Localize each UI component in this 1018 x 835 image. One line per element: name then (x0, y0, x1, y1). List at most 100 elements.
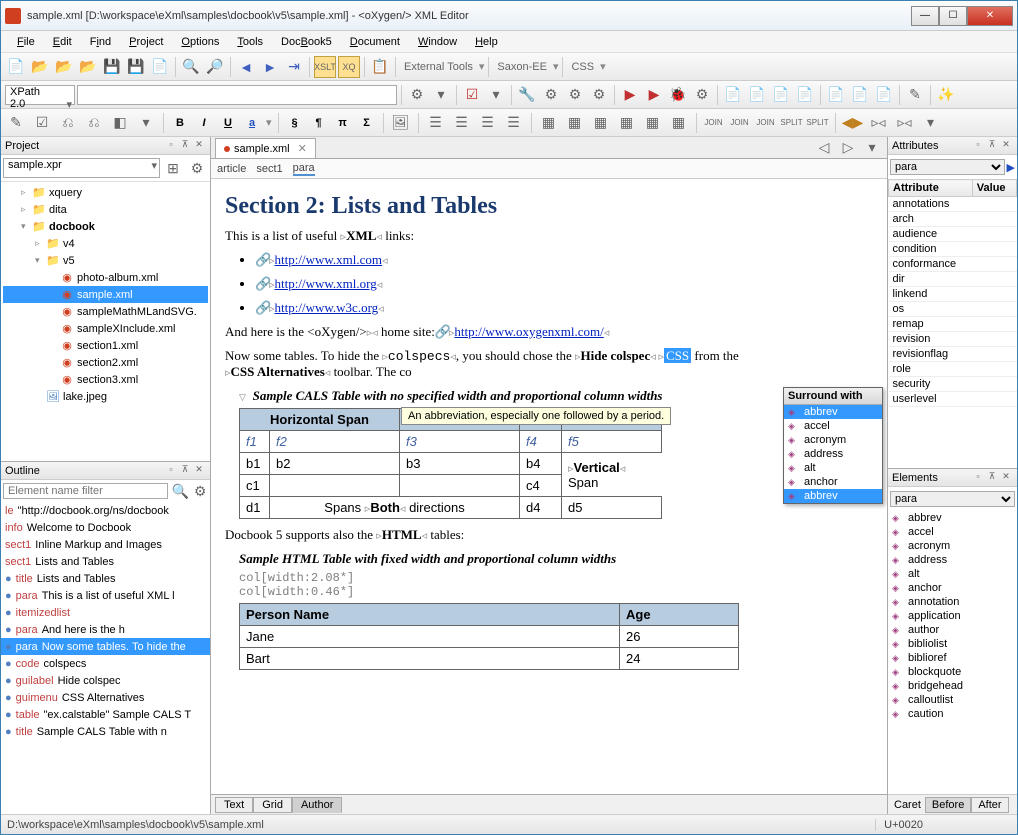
tab-menu-icon[interactable]: ▾ (861, 137, 883, 158)
outline-close-icon[interactable]: ✕ (192, 464, 206, 478)
attr-row[interactable]: dir (889, 272, 1017, 287)
elem-item[interactable]: ◈bridgehead (888, 679, 1017, 693)
tree-row[interactable]: 🖼lake.jpeg (3, 388, 208, 405)
elem-item[interactable]: ◈biblioref (888, 651, 1017, 665)
attrs-pin-icon[interactable]: ⊼ (985, 139, 999, 153)
popup-item[interactable]: ◈abbrev (784, 489, 882, 503)
elem-item[interactable]: ◈alt (888, 567, 1017, 581)
elem-item[interactable]: ◈bibliolist (888, 637, 1017, 651)
attr-row[interactable]: linkend (889, 287, 1017, 302)
attr-row[interactable]: revision (889, 332, 1017, 347)
tree-row[interactable]: ▹📁xquery (3, 184, 208, 201)
outline-filter[interactable] (3, 483, 168, 499)
bc-sect1[interactable]: sect1 (256, 163, 282, 175)
elems-close-icon[interactable]: ✕ (999, 471, 1013, 485)
wand-icon[interactable]: ✨ (935, 84, 957, 106)
tb-b7[interactable]: 📄 (873, 84, 895, 106)
attr-row[interactable]: audience (889, 227, 1017, 242)
fwd-icon[interactable]: ► (259, 56, 281, 78)
tree-row[interactable]: ◉section2.xml (3, 354, 208, 371)
attr-row[interactable]: security (889, 377, 1017, 392)
edit-icon[interactable]: ✎ (904, 84, 926, 106)
tags1-icon[interactable]: ◀▶ (842, 112, 864, 134)
outline-row[interactable]: sect1Inline Markup and Images (1, 536, 210, 553)
para-button[interactable]: ¶ (309, 113, 329, 133)
open2-icon[interactable]: 📂 (53, 56, 75, 78)
menu-help[interactable]: Help (467, 34, 506, 50)
outline-row[interactable]: ●titleSample CALS Table with n (1, 723, 210, 740)
tb-a5[interactable]: ⚙ (564, 84, 586, 106)
popup-item[interactable]: ◈accel (784, 419, 882, 433)
proj-btn1[interactable]: ⊞ (162, 157, 184, 179)
menu-document[interactable]: Document (342, 34, 408, 50)
proj-btn2[interactable]: ⚙ (186, 157, 208, 179)
check-icon[interactable]: ☑ (461, 84, 483, 106)
bc-para[interactable]: para (293, 162, 315, 176)
external-tools-label[interactable]: External Tools (400, 61, 477, 73)
outline-row[interactable]: ●paraAnd here is the h (1, 621, 210, 638)
debug-icon[interactable]: 🐞 (667, 84, 689, 106)
popup-item[interactable]: ◈abbrev (784, 405, 882, 419)
t3-3[interactable]: ⎌ (57, 112, 79, 134)
sigma-button[interactable]: Σ (357, 113, 377, 133)
outline-row[interactable]: ●titleLists and Tables (1, 570, 210, 587)
outline-row[interactable]: ●itemizedlist (1, 604, 210, 621)
italic-button[interactable]: I (194, 113, 214, 133)
outline-row[interactable]: sect1Lists and Tables (1, 553, 210, 570)
bold-button[interactable]: B (170, 113, 190, 133)
menu-window[interactable]: Window (410, 34, 465, 50)
link-xml-com[interactable]: http://www.xml.com (275, 252, 383, 267)
t3-2[interactable]: ☑ (31, 112, 53, 134)
caret-after[interactable]: After (971, 797, 1008, 813)
popup-item[interactable]: ◈alt (784, 461, 882, 475)
outline-search-icon[interactable]: 🔍 (170, 480, 190, 502)
tree-row[interactable]: ▾📁docbook (3, 218, 208, 235)
elem-item[interactable]: ◈author (888, 623, 1017, 637)
tb-b4[interactable]: 📄 (794, 84, 816, 106)
menu-edit[interactable]: Edit (45, 34, 80, 50)
menu-file[interactable]: File (9, 34, 43, 50)
link-xml-org[interactable]: http://www.xml.org (275, 276, 377, 291)
new-icon[interactable]: 📄 (5, 56, 27, 78)
xslt-icon[interactable]: XSLT (314, 56, 336, 78)
attrs-go-icon[interactable]: ▶ (1007, 161, 1015, 174)
tree-row[interactable]: ◉sampleMathMLandSVG. (3, 303, 208, 320)
table4-icon[interactable]: ▦ (616, 112, 638, 134)
outline-row[interactable]: ●table"ex.calstable" Sample CALS T (1, 706, 210, 723)
view-text[interactable]: Text (215, 797, 253, 813)
elems-restore-icon[interactable]: ▫ (971, 471, 985, 485)
tags2-icon[interactable]: ▹◃ (868, 112, 890, 134)
outline-row[interactable]: ●paraThis is a list of useful XML l (1, 587, 210, 604)
tab-next-icon[interactable]: ▷ (837, 137, 859, 158)
split1-icon[interactable]: SPLIT (781, 112, 803, 134)
menu-docbook5[interactable]: DocBook5 (273, 34, 340, 50)
find-icon[interactable]: 🔎 (204, 56, 226, 78)
popup-item[interactable]: ◈acronym (784, 433, 882, 447)
link-oxygen[interactable]: http://www.oxygenxml.com/ (454, 324, 603, 339)
outline-restore-icon[interactable]: ▫ (164, 464, 178, 478)
table2-icon[interactable]: ▦ (564, 112, 586, 134)
tree-row[interactable]: ◉section1.xml (3, 337, 208, 354)
menu-find[interactable]: Find (82, 34, 119, 50)
outline-row[interactable]: infoWelcome to Docbook (1, 519, 210, 536)
tab-sample[interactable]: sample.xml ✕ (215, 138, 316, 158)
outline-pin-icon[interactable]: ⊼ (178, 464, 192, 478)
tab-prev-icon[interactable]: ◁ (813, 137, 835, 158)
saxon-label[interactable]: Saxon-EE (493, 61, 551, 73)
attr-row[interactable]: arch (889, 212, 1017, 227)
collapse-icon[interactable]: ▽ (239, 392, 246, 402)
editor-area[interactable]: Section 2: Lists and Tables This is a li… (211, 179, 887, 794)
elem-item[interactable]: ◈application (888, 609, 1017, 623)
tb-b2[interactable]: 📄 (746, 84, 768, 106)
elem-item[interactable]: ◈annotation (888, 595, 1017, 609)
link-button[interactable]: a (242, 113, 262, 133)
css-label[interactable]: CSS (567, 61, 598, 73)
open3-icon[interactable]: 📂 (77, 56, 99, 78)
elem-item[interactable]: ◈anchor (888, 581, 1017, 595)
elem-item[interactable]: ◈address (888, 553, 1017, 567)
caret-before[interactable]: Before (925, 797, 971, 813)
tb-a4[interactable]: ⚙ (540, 84, 562, 106)
panel-pin-icon[interactable]: ⊼ (178, 139, 192, 153)
play-icon[interactable]: ▶ (619, 84, 641, 106)
attr-row[interactable]: annotations (889, 197, 1017, 212)
